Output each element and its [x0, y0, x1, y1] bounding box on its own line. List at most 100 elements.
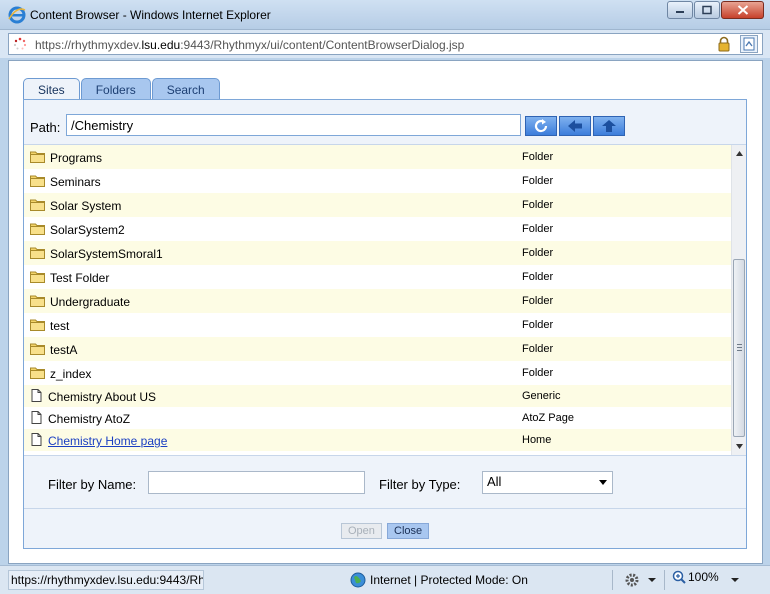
status-url: https://rhythmyxdev.lsu.edu:9443/Rhythmy… [8, 570, 204, 590]
maximize-button[interactable] [694, 1, 720, 19]
filter-bar: Filter by Name: Filter by Type: All [24, 457, 746, 507]
dialog-actions: Open Close [24, 508, 746, 548]
title-bar: Content Browser - Windows Internet Explo… [0, 0, 770, 30]
scroll-thumb[interactable] [733, 259, 745, 437]
item-type: Folder [522, 271, 554, 283]
item-type: Folder [522, 223, 554, 235]
refresh-button[interactable] [525, 116, 557, 136]
page-content: Sites Folders Search Path: /Chemistry Pr… [8, 60, 763, 564]
document-icon [31, 433, 42, 446]
status-divider [664, 570, 665, 590]
tab-sites[interactable]: Sites [23, 78, 80, 101]
maximize-icon [702, 5, 712, 15]
status-bar: https://rhythmyxdev.lsu.edu:9443/Rhythmy… [0, 565, 770, 594]
folder-row[interactable]: testA Folder [24, 337, 746, 361]
status-divider [612, 570, 613, 590]
internet-explorer-icon [8, 6, 26, 24]
chevron-down-icon[interactable] [648, 578, 656, 582]
folder-row[interactable]: Undergraduate Folder [24, 289, 746, 313]
folder-icon [30, 199, 45, 211]
address-bar: https://rhythmyxdev.lsu.edu:9443/Rhythmy… [0, 30, 770, 58]
folder-row[interactable]: Seminars Folder [24, 169, 746, 193]
tab-search[interactable]: Search [151, 78, 220, 100]
document-icon [31, 389, 42, 402]
item-name: testA [50, 343, 78, 357]
back-arrow-icon [568, 120, 582, 132]
loading-icon [13, 37, 27, 50]
item-name[interactable]: Chemistry Home page [48, 434, 167, 448]
folder-row[interactable]: test Folder [24, 313, 746, 337]
item-type: Home [522, 434, 552, 446]
content-item-row[interactable]: Chemistry Home page Home [24, 429, 746, 451]
folder-icon [30, 271, 45, 283]
folder-icon [30, 151, 45, 163]
item-type: Folder [522, 151, 554, 163]
zoom-icon [672, 570, 686, 584]
path-bar: Path: [24, 100, 746, 144]
folder-icon [30, 175, 45, 187]
up-arrow-icon [602, 120, 616, 132]
item-type: Folder [522, 247, 554, 259]
filter-type-label: Filter by Type: [379, 477, 461, 492]
tab-folders[interactable]: Folders [80, 78, 151, 100]
folder-icon [30, 247, 45, 259]
address-field[interactable]: https://rhythmyxdev.lsu.edu:9443/Rhythmy… [8, 33, 763, 55]
list-scrollbar[interactable] [731, 145, 746, 455]
up-button[interactable] [593, 116, 625, 136]
item-type: Folder [522, 319, 554, 331]
item-type: AtoZ Page [522, 412, 574, 424]
item-name: Undergraduate [50, 295, 131, 309]
minimize-icon [676, 11, 684, 13]
folder-icon [30, 319, 45, 331]
folder-row[interactable]: Solar System Folder [24, 193, 746, 217]
path-label: Path: [30, 120, 61, 135]
item-type: Folder [522, 199, 554, 211]
refresh-icon [534, 119, 548, 133]
item-name: Seminars [50, 175, 101, 189]
compatibility-icon [743, 37, 755, 51]
scroll-up-icon[interactable] [735, 149, 744, 158]
globe-icon [350, 572, 366, 588]
folder-row[interactable]: SolarSystem2 Folder [24, 217, 746, 241]
item-name: SolarSystem2 [50, 223, 125, 237]
browser-tabs: Sites Folders Search [23, 78, 221, 101]
folder-row[interactable]: Test Folder Folder [24, 265, 746, 289]
zone-text: Internet | Protected Mode: On [370, 573, 528, 587]
folder-icon [30, 343, 45, 355]
folder-icon [30, 367, 45, 379]
compatibility-view-button[interactable] [740, 35, 758, 53]
back-button[interactable] [559, 116, 591, 136]
window-title: Content Browser - Windows Internet Explo… [30, 8, 271, 22]
gear-icon[interactable] [624, 572, 640, 588]
filter-name-input[interactable] [148, 471, 365, 494]
content-item-row[interactable]: Chemistry About US Generic [24, 385, 746, 407]
scroll-down-icon[interactable] [735, 442, 744, 451]
content-item-row[interactable]: Chemistry AtoZ AtoZ Page [24, 407, 746, 429]
folder-row[interactable]: z_index Folder [24, 361, 746, 385]
close-button[interactable]: Close [387, 523, 430, 539]
item-name: SolarSystemSmoral1 [50, 247, 163, 261]
close-icon [737, 5, 748, 15]
minimize-button[interactable] [667, 1, 693, 19]
folder-icon [30, 295, 45, 307]
document-icon [31, 411, 42, 424]
filter-name-label: Filter by Name: [48, 477, 137, 492]
folder-row[interactable]: SolarSystemSmoral1 Folder [24, 241, 746, 265]
item-type: Folder [522, 367, 554, 379]
scroll-grip [737, 344, 742, 351]
item-type: Folder [522, 343, 554, 355]
folder-icon [30, 223, 45, 235]
path-input[interactable] [66, 114, 521, 136]
item-name: Test Folder [50, 271, 110, 285]
chevron-down-icon[interactable] [731, 578, 739, 582]
open-button[interactable]: Open [341, 523, 382, 539]
filter-type-value: All [487, 474, 502, 489]
zoom-level[interactable]: 100% [672, 570, 719, 584]
window-close-button[interactable] [721, 1, 764, 19]
filter-type-select[interactable]: All [482, 471, 613, 494]
lock-icon[interactable] [716, 36, 732, 52]
folder-row[interactable]: Programs Folder [24, 145, 746, 169]
chevron-down-icon [599, 480, 607, 485]
item-name: Chemistry AtoZ [48, 412, 131, 426]
item-name: z_index [50, 367, 92, 381]
